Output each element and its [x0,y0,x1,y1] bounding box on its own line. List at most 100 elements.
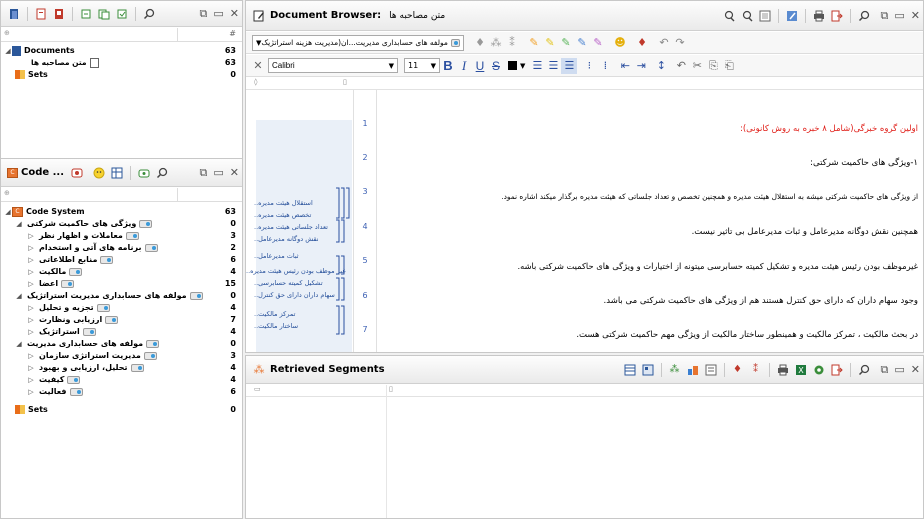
tree-row-code[interactable]: ▷ تجزیه و تحلیل 4 [1,302,242,313]
search-icon[interactable] [142,7,156,21]
close-icon[interactable]: ✕ [911,9,920,22]
tree-row-code[interactable]: ▷ برنامه های آتی و استخدام 2 [1,242,242,253]
expand-icon[interactable]: ▷ [27,388,35,396]
indent-increase-button[interactable]: ⇥ [633,58,649,74]
highlight-yellow-icon[interactable]: ✎ [542,35,558,51]
coding-stripe-label[interactable]: ساختار مالکیت.. [254,322,298,330]
expand-icon[interactable]: ▷ [27,232,35,240]
document-line[interactable]: اولین گروه خبرگی(شامل ۸ خبره به روش کانو… [380,124,918,134]
close-icon[interactable]: ✕ [230,166,239,179]
expand-icon[interactable]: ▷ [27,280,35,288]
expand-icon[interactable]: ▷ [27,256,35,264]
italic-button[interactable]: I [456,58,472,74]
overview-icon[interactable] [641,363,655,377]
tree-row-code-system[interactable]: ◢ C Code System 63 [1,206,242,217]
maximize-icon[interactable]: ▭ [894,363,904,376]
tree-row-code[interactable]: ▷ معاملات و اظهار نظر 3 [1,230,242,241]
indent-decrease-button[interactable]: ⇤ [617,58,633,74]
segment-info-column-icon[interactable]: ▭ [254,385,261,393]
highlight-green-icon[interactable]: ✎ [558,35,574,51]
export-icon[interactable] [830,363,844,377]
align-right-button[interactable]: ☰ [561,57,578,74]
coding-stripe-label[interactable]: تخصص هیئت مدیره.. [254,211,311,219]
document-system-icon[interactable] [7,7,21,21]
search-icon[interactable] [155,166,169,180]
expand-icon[interactable]: ▷ [27,268,35,276]
close-format-icon[interactable]: ✕ [250,58,266,74]
align-left-button[interactable]: ☰ [529,58,545,74]
tree-row-documents[interactable]: ◢ Documents 63 [1,45,242,56]
print-icon[interactable] [776,363,790,377]
expand-icon[interactable]: ▷ [27,328,35,336]
document-line[interactable]: وجود سهام داران که دارای حق کنترل هستند … [380,296,918,306]
coding-stripe-label[interactable]: غیر موظف بودن رئیس هیئت مدیره.. [246,267,346,275]
code-matrix-icon[interactable] [110,166,124,180]
code-settings-icon[interactable] [137,166,151,180]
tree-row-code[interactable]: ▷ کیفیت 4 [1,374,242,385]
tree-row-code[interactable]: ▷ ارزیابی ونظارت 7 [1,314,242,325]
document-set-icon[interactable] [79,7,93,21]
new-document-icon[interactable] [34,7,48,21]
close-icon[interactable]: ✕ [911,363,920,376]
undock-icon[interactable]: ⧉ [881,9,889,23]
tree-row-code[interactable]: ▷ استراتژیک 4 [1,326,242,337]
undock-icon[interactable]: ⧉ [200,7,208,21]
tree-row-code[interactable]: ▷ تحلیل، ارزیابی و بهبود 4 [1,362,242,373]
document-line[interactable]: همچنین نقش دوگانه مدیرعامل و ثبات مدیرعا… [380,227,918,237]
document-group-icon[interactable] [97,7,111,21]
tree-row-code[interactable]: ▷ مدیریت استراتژی سازمان 3 [1,350,242,361]
maximize-icon[interactable]: ▭ [213,166,223,179]
highlight-orange-icon[interactable]: ✎ [526,35,542,51]
search-icon[interactable] [857,9,871,23]
coding-stripe-column-icon[interactable]: ▯ [343,78,347,86]
align-center-button[interactable]: ☰ [545,58,561,74]
color-codes-icon[interactable] [686,363,700,377]
search-minus-icon[interactable] [740,9,754,23]
tree-row-code[interactable]: ▷ مالکیت 4 [1,266,242,277]
search-icon[interactable] [857,363,871,377]
tree-row-code[interactable]: ▷ منابع اطلاعاتی 6 [1,254,242,265]
code-icon[interactable]: ♦ [731,363,745,377]
code-in-vivo-icon[interactable]: ⁂ [488,35,504,51]
tree-row-document[interactable]: متن مصاحبه ها 63 [1,57,242,68]
document-line[interactable]: از ویژگی های حاکمیت شرکتی میشه به استقلا… [380,192,918,201]
font-family-select[interactable]: Calibri ▼ [268,58,398,73]
highlight-purple-icon[interactable]: ✎ [590,35,606,51]
cut-button[interactable]: ✂ [689,58,705,74]
expand-icon[interactable]: ▷ [27,316,35,324]
collapse-icon[interactable]: ◢ [15,220,23,228]
new-code-icon[interactable] [70,166,84,180]
highlight-blue-icon[interactable]: ✎ [574,35,590,51]
filter-icon[interactable]: ⊕ [4,189,10,197]
coding-stripe-label[interactable]: استقلال هیئت مدیره.. [254,199,313,207]
tree-row-code[interactable]: ▷ اعضا 15 [1,278,242,289]
numbered-list-button[interactable]: ⁞ [597,58,613,74]
collapse-icon[interactable]: ◢ [4,47,12,55]
expand-icon[interactable]: ▷ [27,364,35,372]
undo-button[interactable]: ↶ [673,58,689,74]
expand-icon[interactable]: ▷ [27,304,35,312]
bold-button[interactable]: B [440,58,456,74]
tree-row-code[interactable]: ◢ مولفه های حسابداری مدیریت 0 [1,338,242,349]
collapse-icon[interactable]: ◢ [15,292,23,300]
bullet-list-button[interactable]: ⁝ [581,58,597,74]
expand-icon[interactable]: ▷ [27,244,35,252]
edit-mode-icon[interactable] [785,9,799,23]
tree-row-code[interactable]: ◢ مولفه های حسابداری مدیریت استراتژیک 0 [1,290,242,301]
code-activated-icon[interactable]: ⁂ [668,363,682,377]
close-icon[interactable]: ✕ [230,7,239,20]
emoticode-icon[interactable]: ☻ [612,35,628,51]
line-spacing-button[interactable]: ↕ [653,58,669,74]
copy-button[interactable]: ⎘ [705,58,721,74]
tree-row-code[interactable]: ◢ ویژگی های حاکمیت شرکتی 0 [1,218,242,229]
activate-documents-icon[interactable] [115,7,129,21]
undock-icon[interactable]: ⧉ [881,363,889,377]
code-in-vivo-icon[interactable]: ⁑ [749,363,763,377]
excel-export-icon[interactable]: X [794,363,808,377]
tree-row-sets[interactable]: Sets 0 [1,404,242,415]
coding-stripe-label[interactable]: تعداد جلساتی هیئت مدیره.. [254,223,328,231]
undo-coding-icon[interactable]: ↶ [656,35,672,51]
tree-row-sets[interactable]: Sets 0 [1,69,242,80]
coding-stripe-label[interactable]: نقش دوگانه مدیرعامل.. [254,235,319,243]
print-icon[interactable] [812,9,826,23]
